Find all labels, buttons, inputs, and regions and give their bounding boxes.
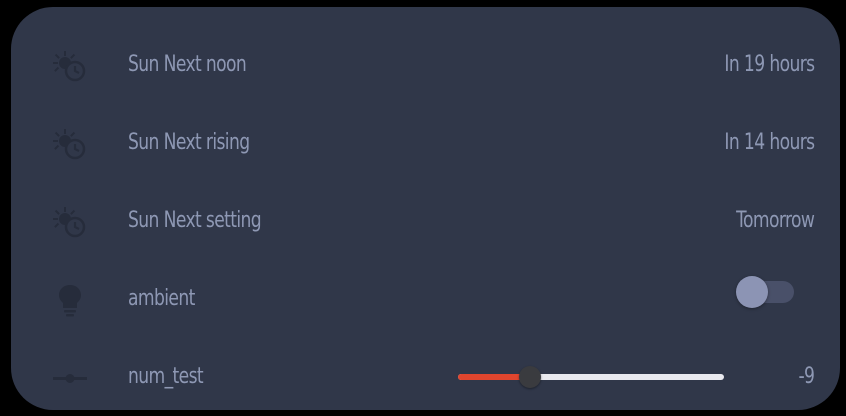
num-test-slider[interactable] <box>456 363 724 391</box>
entity-name: Sun Next rising <box>128 130 250 155</box>
sun-clock-icon <box>51 205 89 239</box>
entity-name: num_test <box>128 364 204 389</box>
entity-row-ambient[interactable]: ambient <box>11 260 840 338</box>
sun-clock-icon <box>51 49 89 83</box>
entity-row-sun-next-setting[interactable]: Sun Next setting Tomorrow <box>11 182 840 260</box>
ambient-toggle[interactable] <box>736 275 796 309</box>
toggle-knob <box>736 276 768 308</box>
ray-vertex-icon <box>51 361 89 395</box>
entity-name: Sun Next noon <box>128 52 247 77</box>
lightbulb-icon <box>51 283 89 317</box>
slider-thumb[interactable] <box>518 366 541 388</box>
entity-state: In 19 hours <box>723 52 815 77</box>
entity-row-sun-next-noon[interactable]: Sun Next noon In 19 hours <box>11 26 840 104</box>
entity-name: Sun Next setting <box>128 208 262 233</box>
entity-name: ambient <box>128 286 195 311</box>
sun-clock-icon <box>51 127 89 161</box>
entities-card: Sun Next noon In 19 hours Sun Next risin… <box>11 7 840 410</box>
entity-state: In 14 hours <box>723 130 815 155</box>
num-test-value: -9 <box>798 364 815 389</box>
entity-row-sun-next-rising[interactable]: Sun Next rising In 14 hours <box>11 104 840 182</box>
entity-state: Tomorrow <box>735 208 815 233</box>
